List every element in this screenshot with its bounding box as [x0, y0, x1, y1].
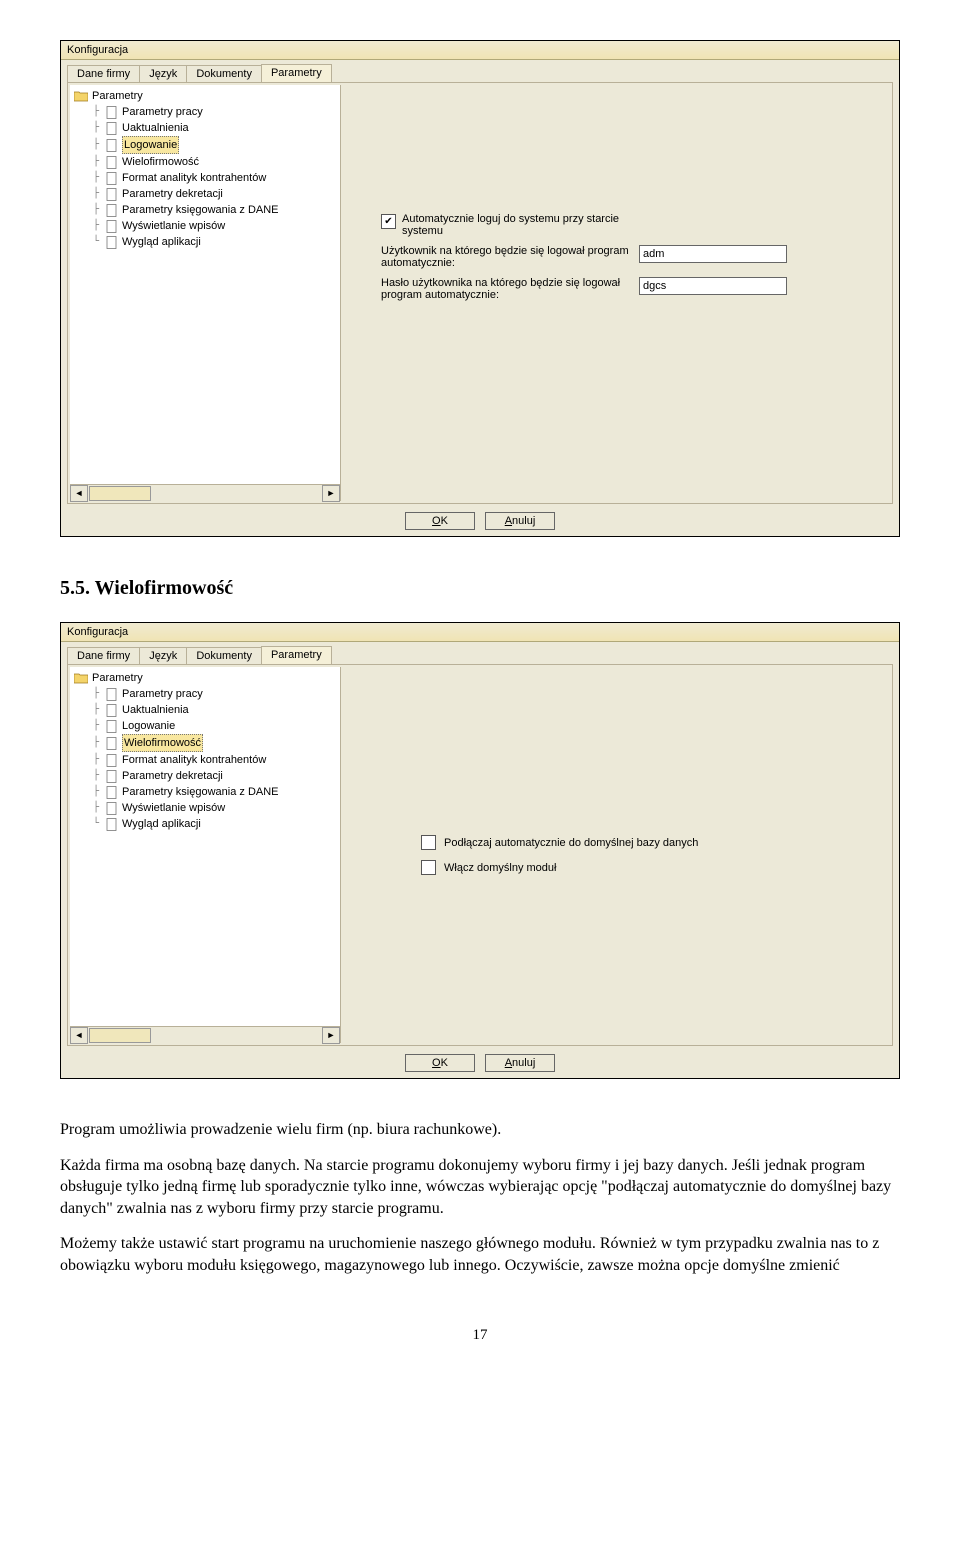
tab-parametry[interactable]: Parametry: [261, 646, 332, 664]
tree-item-logowanie[interactable]: ├Logowanie: [74, 136, 340, 154]
scroll-right-icon[interactable]: ►: [322, 485, 340, 502]
auto-connect-db-label: Podłączaj automatycznie do domyślnej baz…: [444, 837, 698, 849]
tab-row: Dane firmy Język Dokumenty Parametry: [61, 60, 899, 82]
file-icon: [106, 802, 118, 815]
auto-login-checkbox[interactable]: [381, 214, 396, 229]
default-module-label: Włącz domyślny moduł: [444, 862, 556, 874]
file-icon: [106, 204, 118, 217]
user-field[interactable]: [639, 245, 787, 263]
tab-row: Dane firmy Język Dokumenty Parametry: [61, 642, 899, 664]
ok-button[interactable]: OK: [405, 512, 475, 530]
folder-icon: [74, 672, 88, 684]
cancel-button[interactable]: Anuluj: [485, 512, 555, 530]
password-label: Hasło użytkownika na którego będzie się …: [381, 277, 631, 301]
config-dialog-logowanie: Konfiguracja Dane firmy Język Dokumenty …: [60, 40, 900, 537]
tab-dokumenty[interactable]: Dokumenty: [186, 65, 262, 82]
file-icon: [106, 720, 118, 733]
file-icon: [106, 704, 118, 717]
scroll-left-icon[interactable]: ◄: [70, 1027, 88, 1044]
dialog-title: Konfiguracja: [61, 623, 899, 642]
file-icon: [106, 122, 118, 135]
section-heading: 5.5. Wielofirmowość: [60, 577, 900, 600]
file-icon: [106, 818, 118, 831]
tree-pane: Parametry ├Parametry pracy ├Uaktualnieni…: [70, 85, 341, 501]
tab-parametry[interactable]: Parametry: [261, 64, 332, 82]
file-icon: [106, 106, 118, 119]
page-number: 17: [60, 1327, 900, 1344]
settings-pane: Automatycznie loguj do systemu przy star…: [341, 83, 892, 503]
default-module-checkbox[interactable]: [421, 860, 436, 875]
tree-item-wielofirmowosc[interactable]: ├Wielofirmowość: [74, 734, 340, 752]
param-tree[interactable]: Parametry ├Parametry pracy ├Uaktualnieni…: [70, 85, 340, 484]
file-icon: [106, 236, 118, 249]
body-paragraph: Każda firma ma osobną bazę danych. Na st…: [60, 1155, 900, 1220]
tab-jezyk[interactable]: Język: [139, 647, 187, 664]
user-label: Użytkownik na którego będzie się logował…: [381, 245, 631, 269]
ok-button[interactable]: OK: [405, 1054, 475, 1072]
body-paragraph: Program umożliwia prowadzenie wielu firm…: [60, 1119, 900, 1141]
password-field[interactable]: [639, 277, 787, 295]
file-icon: [106, 737, 118, 750]
tree-hscrollbar[interactable]: ◄ ►: [70, 484, 340, 501]
file-icon: [106, 188, 118, 201]
tab-dane-firmy[interactable]: Dane firmy: [67, 647, 140, 664]
auto-login-label: Automatycznie loguj do systemu przy star…: [402, 213, 662, 237]
file-icon: [106, 220, 118, 233]
file-icon: [106, 139, 118, 152]
scroll-thumb[interactable]: [89, 486, 151, 501]
dialog-title: Konfiguracja: [61, 41, 899, 60]
tab-dane-firmy[interactable]: Dane firmy: [67, 65, 140, 82]
auto-connect-db-checkbox[interactable]: [421, 835, 436, 850]
file-icon: [106, 786, 118, 799]
file-icon: [106, 172, 118, 185]
scroll-thumb[interactable]: [89, 1028, 151, 1043]
file-icon: [106, 770, 118, 783]
file-icon: [106, 688, 118, 701]
cancel-button[interactable]: Anuluj: [485, 1054, 555, 1072]
tree-root-label: Parametry: [92, 88, 143, 104]
file-icon: [106, 156, 118, 169]
tree-pane: Parametry ├Parametry pracy ├Uaktualnieni…: [70, 667, 341, 1043]
scroll-right-icon[interactable]: ►: [322, 1027, 340, 1044]
tree-hscrollbar[interactable]: ◄ ►: [70, 1026, 340, 1043]
body-paragraph: Możemy także ustawić start programu na u…: [60, 1233, 900, 1276]
tree-root-label: Parametry: [92, 670, 143, 686]
settings-pane: Podłączaj automatycznie do domyślnej baz…: [341, 665, 892, 1045]
param-tree[interactable]: Parametry ├Parametry pracy ├Uaktualnieni…: [70, 667, 340, 1026]
tab-dokumenty[interactable]: Dokumenty: [186, 647, 262, 664]
scroll-left-icon[interactable]: ◄: [70, 485, 88, 502]
folder-icon: [74, 90, 88, 102]
file-icon: [106, 754, 118, 767]
tab-jezyk[interactable]: Język: [139, 65, 187, 82]
config-dialog-wielofirmowosc: Konfiguracja Dane firmy Język Dokumenty …: [60, 622, 900, 1079]
